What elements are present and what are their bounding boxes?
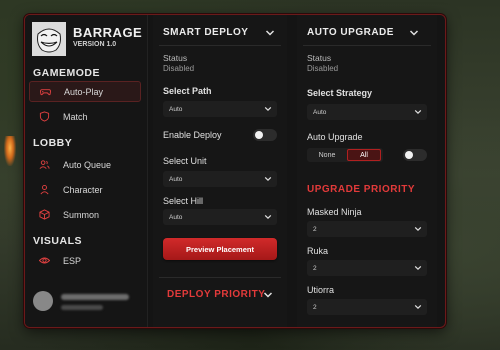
select-hill-value: Auto — [169, 213, 183, 221]
smart-deploy-panel: SMART DEPLOY Status Disabled Select Path… — [153, 15, 287, 327]
divider — [159, 45, 281, 46]
sidebar-item-label: Auto-Play — [64, 86, 104, 97]
box-icon — [37, 208, 51, 222]
select-path-dropdown[interactable]: Auto — [163, 101, 277, 117]
sidebar: BARRAGE VERSION 1.0 GAMEMODE Auto-Play M… — [25, 15, 148, 327]
status-label: Status — [307, 53, 332, 63]
sidebar-item-label: Auto Queue — [63, 159, 112, 170]
priority-dropdown[interactable]: 2 — [307, 221, 427, 237]
sidebar-item-auto-play[interactable]: Auto-Play — [29, 81, 141, 102]
users-icon — [37, 158, 51, 172]
smart-deploy-title: SMART DEPLOY — [163, 27, 249, 38]
chevron-down-icon[interactable] — [265, 28, 275, 38]
select-strategy-label: Select Strategy — [307, 88, 373, 98]
barrage-window: BARRAGE VERSION 1.0 GAMEMODE Auto-Play M… — [24, 14, 446, 328]
torch-background — [4, 136, 16, 166]
sidebar-item-esp[interactable]: ESP — [29, 250, 141, 271]
chevron-down-icon — [414, 108, 422, 116]
divider — [159, 277, 281, 278]
priority-value: 2 — [313, 303, 317, 311]
chevron-down-icon[interactable] — [263, 290, 273, 300]
sidebar-item-label: Match — [63, 111, 88, 122]
select-unit-dropdown[interactable]: Auto — [163, 171, 277, 187]
chevron-down-icon[interactable] — [409, 28, 419, 38]
chevron-down-icon — [414, 225, 422, 233]
chevron-down-icon — [414, 303, 422, 311]
priority-item-label: Utiorra — [307, 285, 335, 295]
auto-upgrade-panel: AUTO UPGRADE Status Disabled Select Stra… — [297, 15, 437, 327]
app-name: BARRAGE — [73, 25, 143, 40]
preview-placement-button[interactable]: Preview Placement — [163, 238, 277, 260]
auto-upgrade-toggle[interactable] — [403, 149, 427, 161]
sidebar-item-label: Character — [63, 184, 103, 195]
section-gamemode: GAMEMODE — [33, 67, 100, 79]
redacted-username — [61, 294, 129, 300]
deploy-priority-title: DEPLOY PRIORITY — [167, 289, 266, 300]
avatar — [33, 291, 53, 311]
chevron-down-icon — [414, 264, 422, 272]
section-visuals: VISUALS — [33, 235, 83, 247]
auto-upgrade-label: Auto Upgrade — [307, 132, 363, 142]
priority-dropdown[interactable]: 2 — [307, 260, 427, 276]
sidebar-item-label: ESP — [63, 255, 82, 266]
select-unit-value: Auto — [169, 175, 183, 183]
select-hill-dropdown[interactable]: Auto — [163, 209, 277, 225]
enable-deploy-label: Enable Deploy — [163, 130, 222, 140]
sidebar-item-summon[interactable]: Summon — [29, 204, 141, 225]
option-none[interactable]: None — [309, 149, 345, 161]
divider — [303, 45, 431, 46]
select-hill-label: Select Hill — [163, 196, 204, 206]
chevron-down-icon — [264, 175, 272, 183]
select-strategy-value: Auto — [313, 108, 327, 116]
auto-upgrade-title: AUTO UPGRADE — [307, 27, 394, 38]
priority-value: 2 — [313, 225, 317, 233]
option-all[interactable]: All — [347, 149, 381, 161]
select-path-label: Select Path — [163, 86, 212, 96]
select-path-value: Auto — [169, 105, 183, 113]
section-lobby: LOBBY — [33, 137, 73, 149]
status-value: Disabled — [307, 64, 339, 73]
priority-dropdown[interactable]: 2 — [307, 299, 427, 315]
upgrade-priority-title: UPGRADE PRIORITY — [307, 184, 416, 195]
sidebar-item-label: Summon — [63, 209, 100, 220]
gamepad-icon — [38, 85, 52, 99]
app-version: VERSION 1.0 — [73, 41, 117, 48]
chevron-down-icon — [264, 213, 272, 221]
priority-item-label: Masked Ninja — [307, 207, 362, 217]
priority-value: 2 — [313, 264, 317, 272]
shield-icon — [37, 110, 51, 124]
select-unit-label: Select Unit — [163, 156, 207, 166]
status-label: Status — [163, 53, 188, 63]
chevron-down-icon — [264, 105, 272, 113]
troll-face-logo — [32, 22, 66, 56]
priority-item-label: Ruka — [307, 246, 329, 256]
sidebar-item-match[interactable]: Match — [29, 106, 141, 127]
status-value: Disabled — [163, 64, 195, 73]
enable-deploy-toggle[interactable] — [253, 129, 277, 141]
redacted-subtitle — [61, 305, 103, 310]
upgrade-mode-selector: None All — [307, 148, 383, 162]
sidebar-item-auto-queue[interactable]: Auto Queue — [29, 154, 141, 175]
user-icon — [37, 183, 51, 197]
eye-icon — [37, 254, 51, 268]
sidebar-item-character[interactable]: Character — [29, 179, 141, 200]
toggle-knob — [255, 131, 263, 139]
select-strategy-dropdown[interactable]: Auto — [307, 104, 427, 120]
user-profile[interactable] — [33, 291, 143, 317]
toggle-knob — [405, 151, 413, 159]
